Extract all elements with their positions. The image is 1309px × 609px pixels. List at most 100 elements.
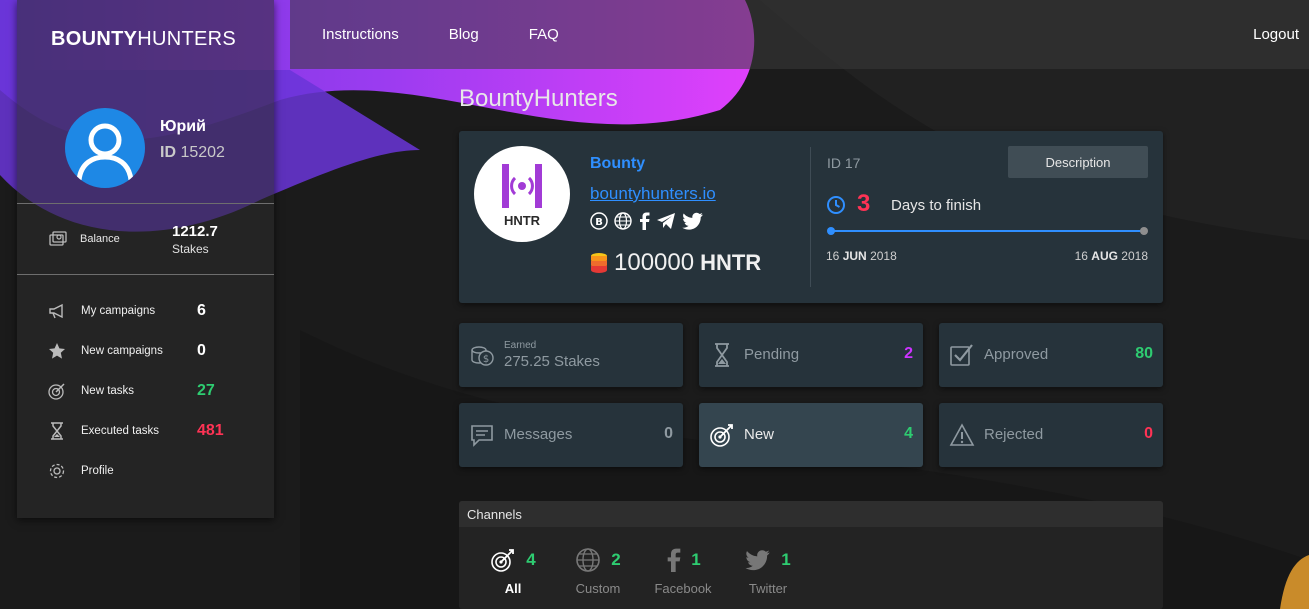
stat-rejected[interactable]: Rejected 0 (939, 403, 1163, 467)
channel-twitter[interactable]: 1 Twitter (723, 545, 813, 596)
channel-label: Twitter (748, 581, 788, 596)
stat-earned[interactable]: $ Earned 275.25 Stakes (459, 323, 683, 387)
sidebar-item-new-campaigns[interactable]: New campaigns 0 (47, 340, 257, 362)
campaign-socials: B (590, 212, 704, 230)
svg-text:$: $ (483, 354, 489, 365)
megaphone-icon (47, 301, 67, 321)
balance-label: Balance (80, 233, 120, 245)
sidebar-item-new-tasks[interactable]: New tasks 27 (47, 380, 257, 402)
sidebar-item-count: 0 (197, 342, 206, 359)
reward-amount: 100000 (614, 249, 695, 276)
page-title: BountyHunters (459, 85, 618, 112)
message-icon (469, 422, 495, 448)
reward-token: HNTR (700, 250, 762, 275)
stat-messages[interactable]: Messages 0 (459, 403, 683, 467)
approved-count: 80 (1135, 345, 1153, 362)
hntr-logo-icon (502, 163, 542, 208)
sidebar-item-label: New campaigns (81, 345, 163, 357)
stat-pending[interactable]: Pending 2 (699, 323, 923, 387)
clock-icon (826, 195, 846, 220)
facebook-icon[interactable] (638, 212, 650, 230)
new-count: 4 (904, 425, 913, 442)
channels-title: Channels (459, 501, 1163, 527)
hourglass-icon (47, 421, 67, 441)
start-month: JUN (842, 249, 867, 263)
channel-count: 2 (611, 550, 621, 569)
wallet-icon (49, 231, 67, 252)
nav-instructions[interactable]: Instructions (322, 26, 399, 43)
svg-text:B: B (595, 217, 603, 228)
twitter-icon (745, 550, 771, 571)
start-date: 16 JUN 2018 (826, 249, 897, 263)
campaign-name: Bounty (590, 155, 646, 172)
earned-value: 275.25 Stakes (504, 353, 600, 370)
sidebar-item-my-campaigns[interactable]: My campaigns 6 (47, 300, 257, 322)
messages-count: 0 (664, 425, 673, 442)
days-label: Days to finish (891, 197, 982, 214)
pending-count: 2 (904, 345, 913, 362)
target-icon (491, 549, 515, 572)
channel-label: All (504, 581, 522, 596)
approved-label: Approved (984, 346, 1049, 363)
logout-link[interactable]: Logout (1253, 26, 1299, 43)
days-remaining: 3 (857, 190, 871, 217)
divider (17, 274, 274, 275)
sidebar-item-executed-tasks[interactable]: Executed tasks 481 (47, 420, 257, 442)
sidebar-item-profile[interactable]: Profile (47, 460, 257, 482)
coins-icon (591, 253, 607, 273)
globe-icon[interactable] (614, 212, 632, 230)
end-month: AUG (1091, 249, 1118, 263)
description-button[interactable]: Description (1008, 146, 1148, 178)
progress-start-dot (827, 227, 835, 235)
channel-count: 1 (691, 550, 701, 569)
campaign-logo-ticker: HNTR (503, 212, 541, 228)
bitcoin-icon[interactable]: B (590, 212, 608, 230)
twitter-icon[interactable] (682, 212, 704, 230)
nav-faq[interactable]: FAQ (529, 26, 559, 43)
sidebar-item-label: New tasks (81, 385, 135, 397)
campaign-progress-track (831, 230, 1144, 232)
channel-facebook[interactable]: 1 Facebook (638, 545, 728, 596)
brand-light: HUNTERS (137, 28, 237, 50)
money-icon: $ (469, 342, 495, 368)
campaign-id: ID 17 (827, 155, 861, 171)
sidebar-item-count: 481 (197, 422, 224, 439)
sidebar-item-count: 27 (197, 382, 215, 399)
brand-logo[interactable]: BOUNTYHUNTERS (51, 28, 236, 51)
user-id-value: 15202 (180, 144, 225, 161)
new-label: New (744, 426, 775, 443)
rejected-count: 0 (1144, 425, 1153, 442)
start-year: 2018 (870, 249, 897, 263)
channel-count: 4 (526, 550, 536, 569)
sidebar-item-label: My campaigns (81, 305, 156, 317)
stat-approved[interactable]: Approved 80 (939, 323, 1163, 387)
globe-icon (576, 548, 601, 572)
avatar[interactable] (65, 108, 145, 188)
start-day: 16 (826, 249, 840, 263)
stat-new[interactable]: New 4 (699, 403, 923, 467)
star-icon (47, 341, 67, 361)
target-icon (47, 381, 67, 401)
channel-all[interactable]: 4 All (468, 545, 558, 596)
user-name: Юрий (160, 118, 206, 135)
nav-blog[interactable]: Blog (449, 26, 479, 43)
campaign-logo: HNTR (474, 146, 570, 242)
divider (17, 203, 274, 204)
channel-label: Custom (575, 581, 621, 596)
target-icon (709, 422, 735, 448)
card-divider (810, 147, 811, 287)
balance-value: 1212.7 (172, 223, 218, 240)
rejected-label: Rejected (984, 426, 1044, 443)
user-id-label: ID (160, 144, 176, 161)
balance-unit: Stakes (172, 242, 209, 256)
sidebar: BOUNTYHUNTERS Юрий ID 15202 Balance 1212… (17, 0, 274, 518)
user-icon (76, 123, 134, 181)
campaign-link[interactable]: bountyhunters.io (590, 184, 716, 204)
user-id: ID 15202 (160, 144, 225, 162)
channel-custom[interactable]: 2 Custom (553, 545, 643, 596)
telegram-icon[interactable] (656, 212, 676, 230)
main-nav: Instructions Blog FAQ (322, 26, 609, 43)
channel-count: 1 (781, 550, 791, 569)
sidebar-item-count: 6 (197, 302, 206, 319)
sidebar-item-label: Profile (81, 465, 114, 477)
